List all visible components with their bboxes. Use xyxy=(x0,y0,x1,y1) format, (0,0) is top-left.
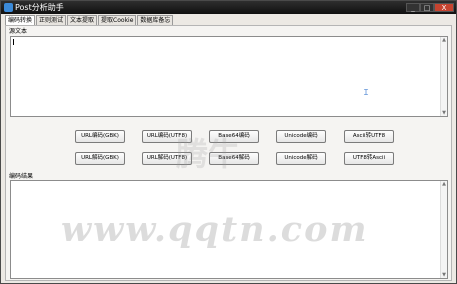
unicode-encode-button[interactable]: Unicode编码 xyxy=(276,130,326,143)
text-caret xyxy=(13,39,14,45)
tab-encoding[interactable]: 编码转换 xyxy=(5,15,36,25)
close-button[interactable]: X xyxy=(434,3,454,12)
tab-text-extract[interactable]: 文本提取 xyxy=(67,15,98,25)
utf8-to-ascii-button[interactable]: UTF8转Ascii xyxy=(344,152,394,165)
source-scrollbar[interactable]: ▲ ▼ xyxy=(440,37,447,116)
source-label: 源文本 xyxy=(9,28,28,35)
scroll-down-icon[interactable]: ▼ xyxy=(441,110,447,116)
url-decode-gbk-button[interactable]: URL解码(GBK) xyxy=(75,152,125,165)
tab-cookie[interactable]: 提取Cookie xyxy=(98,15,137,25)
text-cursor-icon: Ｉ xyxy=(362,88,370,97)
unicode-decode-button[interactable]: Unicode解码 xyxy=(276,152,326,165)
minimize-button[interactable]: _ xyxy=(406,3,420,12)
ascii-to-utf8-button[interactable]: Ascii转UTF8 xyxy=(344,130,394,143)
source-textarea[interactable]: ▲ ▼ xyxy=(10,36,448,117)
app-icon xyxy=(4,3,13,12)
url-encode-gbk-button[interactable]: URL编码(GBK) xyxy=(75,130,125,143)
tab-strip: 编码转换 正则测试 文本提取 提取Cookie 数据库备忘 xyxy=(5,15,174,25)
window-title: Post分析助手 xyxy=(15,3,64,12)
scroll-down-icon[interactable]: ▼ xyxy=(441,272,447,278)
scroll-up-icon[interactable]: ▲ xyxy=(441,37,447,43)
title-bar[interactable]: Post分析助手 _ □ X xyxy=(1,1,456,14)
maximize-button[interactable]: □ xyxy=(420,3,434,12)
result-scrollbar[interactable]: ▲ ▼ xyxy=(440,181,447,278)
tab-regex[interactable]: 正则测试 xyxy=(36,15,67,25)
result-label: 编码结果 xyxy=(9,173,34,180)
app-window: Post分析助手 _ □ X 编码转换 正则测试 文本提取 提取Cookie 数… xyxy=(0,0,457,284)
watermark-logo: 腾牛 xyxy=(176,135,241,173)
watermark-text: www.qqtn.com xyxy=(61,209,369,250)
tab-db-notes[interactable]: 数据库备忘 xyxy=(137,15,174,25)
scroll-up-icon[interactable]: ▲ xyxy=(441,181,447,187)
